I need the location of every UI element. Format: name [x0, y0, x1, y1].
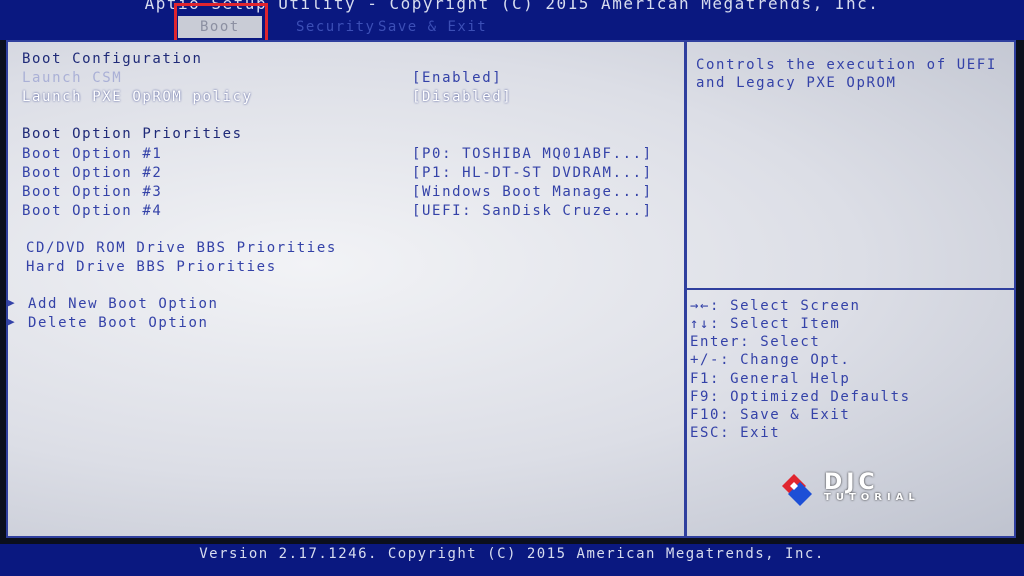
launch-csm-label[interactable]: Launch CSM: [22, 69, 122, 87]
hard-drive-bbs-priorities[interactable]: Hard Drive BBS Priorities: [26, 258, 277, 276]
tab-security[interactable]: Security: [292, 16, 379, 38]
boot-configuration-heading: Boot Configuration: [22, 51, 203, 67]
version-text: Version 2.17.1246. Copyright (C) 2015 Am…: [199, 546, 825, 562]
help-text-line-2: and Legacy PXE OpROM: [696, 75, 897, 91]
boot-option-3-label[interactable]: Boot Option #3: [22, 183, 162, 201]
boot-option-2-value[interactable]: [P1: HL-DT-ST DVDRAM...]: [412, 164, 653, 182]
boot-option-3-value[interactable]: [Windows Boot Manage...]: [412, 183, 653, 201]
help-text-line-1: Controls the execution of UEFI: [696, 57, 997, 73]
watermark-tutorial: TUTORIAL: [824, 492, 920, 503]
help-divider: [686, 288, 1016, 290]
key-hint-enter: Enter: Select: [690, 334, 821, 350]
key-hint-optimized-defaults: F9: Optimized Defaults: [690, 389, 911, 405]
launch-csm-value[interactable]: [Enabled]: [412, 69, 502, 87]
key-hint-general-help: F1: General Help: [690, 371, 851, 387]
key-hint-select-item: ↑↓: Select Item: [690, 316, 841, 332]
add-new-boot-option[interactable]: Add New Boot Option: [28, 295, 219, 313]
boot-option-1-label[interactable]: Boot Option #1: [22, 145, 162, 163]
cd-dvd-bbs-priorities[interactable]: CD/DVD ROM Drive BBS Priorities: [26, 239, 337, 257]
djc-logo-icon: [782, 474, 812, 506]
boot-option-priorities-heading: Boot Option Priorities: [22, 126, 243, 142]
boot-option-4-label[interactable]: Boot Option #4: [22, 202, 162, 220]
tab-save-exit[interactable]: Save & Exit: [374, 16, 491, 38]
submenu-arrow-icon: ▶: [8, 296, 15, 309]
boot-option-1-value[interactable]: [P0: TOSHIBA MQ01ABF...]: [412, 145, 653, 163]
highlight-box: [174, 3, 268, 45]
key-hint-select-screen: →←: Select Screen: [690, 298, 861, 314]
key-hint-change-opt: +/-: Change Opt.: [690, 352, 851, 368]
launch-pxe-label[interactable]: Launch PXE OpROM policy: [22, 88, 253, 106]
key-hint-save-exit: F10: Save & Exit: [690, 407, 851, 423]
key-hint-escape: ESC: Exit: [690, 425, 781, 441]
boot-option-4-value[interactable]: [UEFI: SanDisk Cruze...]: [412, 202, 653, 220]
app-title: Aptio Setup Utility - Copyright (C) 2015…: [144, 0, 880, 13]
delete-boot-option[interactable]: Delete Boot Option: [28, 314, 209, 332]
launch-pxe-value[interactable]: [Disabled]: [412, 88, 512, 106]
boot-option-2-label[interactable]: Boot Option #2: [22, 164, 162, 182]
submenu-arrow-icon: ▶: [8, 315, 15, 328]
